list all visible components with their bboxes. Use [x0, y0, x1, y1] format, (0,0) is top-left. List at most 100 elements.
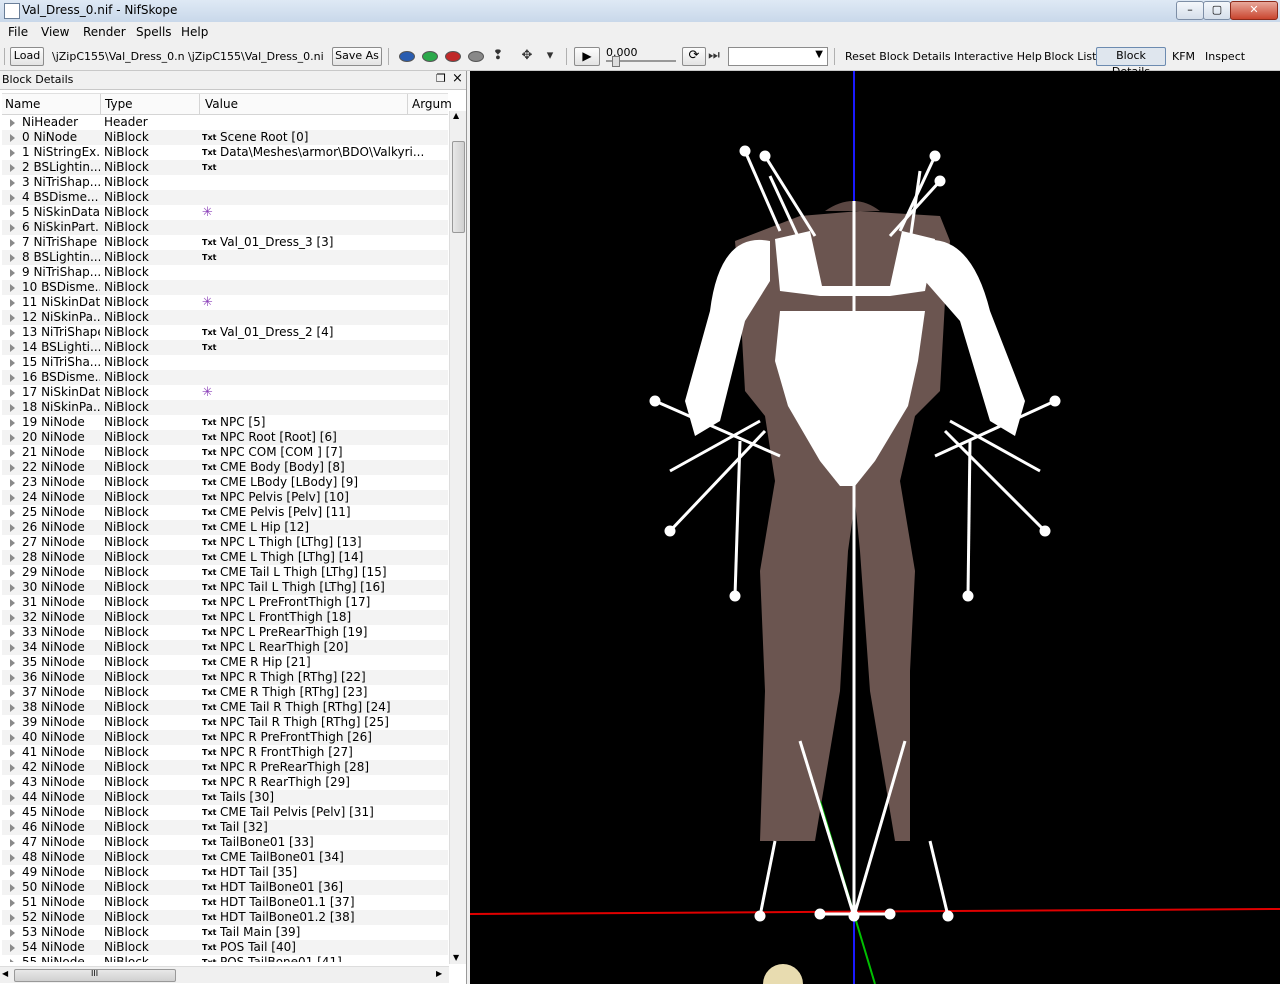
menu-help[interactable]: Help: [181, 25, 208, 39]
expand-arrow-icon[interactable]: [10, 539, 15, 547]
tree-row[interactable]: 7 NiTriShape NiBlock Txt Val_01_Dress_3 [3]: [2, 235, 448, 250]
tree-row[interactable]: 16 BSDisme... NiBlock: [2, 370, 448, 385]
expand-arrow-icon[interactable]: [10, 554, 15, 562]
tree-row[interactable]: 48 NiNode NiBlock Txt CME TailBone01 [34]: [2, 850, 448, 865]
tree-row[interactable]: 36 NiNode NiBlock Txt NPC R Thigh [RThg] [2…: [2, 670, 448, 685]
switch-anim-icon[interactable]: ⏭: [706, 48, 722, 64]
menu-view[interactable]: View: [41, 25, 69, 39]
maximize-button[interactable]: ▢: [1203, 1, 1231, 20]
expand-arrow-icon[interactable]: [10, 389, 15, 397]
tree-row[interactable]: 26 NiNode NiBlock Txt CME L Hip [12]: [2, 520, 448, 535]
expand-arrow-icon[interactable]: [10, 854, 15, 862]
expand-arrow-icon[interactable]: [10, 449, 15, 457]
expand-arrow-icon[interactable]: [10, 884, 15, 892]
tree-row[interactable]: 46 NiNode NiBlock Txt Tail [32]: [2, 820, 448, 835]
expand-arrow-icon[interactable]: [10, 494, 15, 502]
expand-arrow-icon[interactable]: [10, 374, 15, 382]
tree-row[interactable]: 14 BSLighti... NiBlock Txt: [2, 340, 448, 355]
tree-row[interactable]: 29 NiNode NiBlock Txt CME Tail L Thigh [LTh…: [2, 565, 448, 580]
tree-row[interactable]: 33 NiNode NiBlock Txt NPC L PreRearThigh [1…: [2, 625, 448, 640]
tree-row[interactable]: 30 NiNode NiBlock Txt NPC Tail L Thigh [LTh…: [2, 580, 448, 595]
view-eye-gray-icon[interactable]: [468, 51, 484, 62]
walk-icon[interactable]: ❢: [490, 48, 506, 64]
expand-arrow-icon[interactable]: [10, 434, 15, 442]
close-panel-icon[interactable]: ×: [452, 71, 463, 86]
tree-row[interactable]: 39 NiNode NiBlock Txt NPC Tail R Thigh [RTh…: [2, 715, 448, 730]
tree-row[interactable]: 0 NiNode NiBlock Txt Scene Root [0]: [2, 130, 448, 145]
expand-arrow-icon[interactable]: [10, 929, 15, 937]
expand-arrow-icon[interactable]: [10, 629, 15, 637]
tree-row[interactable]: 9 NiTriShap... NiBlock: [2, 265, 448, 280]
expand-arrow-icon[interactable]: [10, 584, 15, 592]
tree-row[interactable]: 22 NiNode NiBlock Txt CME Body [Body] [8]: [2, 460, 448, 475]
tree-row[interactable]: 31 NiNode NiBlock Txt NPC L PreFrontThigh […: [2, 595, 448, 610]
column-value[interactable]: Value: [205, 97, 238, 111]
tree-row[interactable]: 54 NiNode NiBlock Txt POS Tail [40]: [2, 940, 448, 955]
tree-row[interactable]: 44 NiNode NiBlock Txt Tails [30]: [2, 790, 448, 805]
tree-row[interactable]: 11 NiSkinData NiBlock ✳: [2, 295, 448, 310]
interactive-help-button[interactable]: Interactive Help: [954, 50, 1042, 63]
expand-arrow-icon[interactable]: [10, 614, 15, 622]
view-eye-red-icon[interactable]: [445, 51, 461, 62]
expand-arrow-icon[interactable]: [10, 479, 15, 487]
expand-arrow-icon[interactable]: [10, 269, 15, 277]
render-viewport[interactable]: [470, 71, 1280, 984]
expand-arrow-icon[interactable]: [10, 149, 15, 157]
axes-move-icon[interactable]: ✥: [519, 48, 535, 64]
expand-arrow-icon[interactable]: [10, 719, 15, 727]
tree-row[interactable]: 2 BSLightin... NiBlock Txt: [2, 160, 448, 175]
expand-arrow-icon[interactable]: [10, 359, 15, 367]
expand-arrow-icon[interactable]: [10, 734, 15, 742]
expand-arrow-icon[interactable]: [10, 914, 15, 922]
scroll-up-icon[interactable]: ▲: [453, 111, 459, 120]
tree-row[interactable]: 4 BSDisme... NiBlock: [2, 190, 448, 205]
save-path-field[interactable]: \jZipC155\Val_Dress_0.nif: [188, 50, 324, 63]
expand-arrow-icon[interactable]: [10, 344, 15, 352]
tree-row[interactable]: 34 NiNode NiBlock Txt NPC L RearThigh [20]: [2, 640, 448, 655]
block-list-button[interactable]: Block List: [1044, 50, 1096, 63]
reset-block-details-button[interactable]: Reset Block Details: [845, 50, 951, 63]
tree-row[interactable]: 52 NiNode NiBlock Txt HDT TailBone01.2 [38]: [2, 910, 448, 925]
column-divider[interactable]: [100, 94, 101, 114]
tree-row[interactable]: 18 NiSkinPa... NiBlock: [2, 400, 448, 415]
expand-arrow-icon[interactable]: [10, 134, 15, 142]
tree-row[interactable]: 43 NiNode NiBlock Txt NPC R RearThigh [29]: [2, 775, 448, 790]
tree-row[interactable]: 49 NiNode NiBlock Txt HDT Tail [35]: [2, 865, 448, 880]
tree-row[interactable]: 21 NiNode NiBlock Txt NPC COM [COM ] [7]: [2, 445, 448, 460]
tree-row[interactable]: 6 NiSkinPart... NiBlock: [2, 220, 448, 235]
column-divider[interactable]: [407, 94, 408, 114]
tree-row[interactable]: 47 NiNode NiBlock Txt TailBone01 [33]: [2, 835, 448, 850]
close-button[interactable]: ✕: [1230, 1, 1278, 20]
column-divider[interactable]: [199, 94, 200, 114]
tree-row[interactable]: 51 NiNode NiBlock Txt HDT TailBone01.1 [37]: [2, 895, 448, 910]
expand-arrow-icon[interactable]: [10, 224, 15, 232]
expand-arrow-icon[interactable]: [10, 839, 15, 847]
expand-arrow-icon[interactable]: [10, 239, 15, 247]
kfm-button[interactable]: KFM: [1172, 50, 1195, 63]
animation-select[interactable]: ▼: [728, 47, 828, 66]
tree-row[interactable]: 32 NiNode NiBlock Txt NPC L FrontThigh [18]: [2, 610, 448, 625]
expand-arrow-icon[interactable]: [10, 254, 15, 262]
tree-row[interactable]: 53 NiNode NiBlock Txt Tail Main [39]: [2, 925, 448, 940]
tree-row[interactable]: 50 NiNode NiBlock Txt HDT TailBone01 [36]: [2, 880, 448, 895]
scene-render[interactable]: [470, 71, 1280, 984]
tree-row[interactable]: 12 NiSkinPa... NiBlock: [2, 310, 448, 325]
expand-arrow-icon[interactable]: [10, 404, 15, 412]
view-dropdown-icon[interactable]: ▾: [542, 48, 558, 64]
inspect-button[interactable]: Inspect: [1205, 50, 1245, 63]
menu-spells[interactable]: Spells: [136, 25, 172, 39]
expand-arrow-icon[interactable]: [10, 524, 15, 532]
horizontal-scroll-thumb[interactable]: III: [14, 969, 176, 982]
save-as-button[interactable]: Save As: [332, 47, 382, 66]
expand-arrow-icon[interactable]: [10, 419, 15, 427]
expand-arrow-icon[interactable]: [10, 824, 15, 832]
vertical-scrollbar[interactable]: ▲ ▼: [449, 111, 466, 964]
expand-arrow-icon[interactable]: [10, 749, 15, 757]
expand-arrow-icon[interactable]: [10, 509, 15, 517]
expand-arrow-icon[interactable]: [10, 284, 15, 292]
scroll-down-icon[interactable]: ▼: [453, 953, 459, 962]
scroll-left-icon[interactable]: ◀: [2, 969, 8, 978]
load-path-field[interactable]: \jZipC155\Val_Dress_0.nif: [52, 50, 184, 63]
tree-row[interactable]: 25 NiNode NiBlock Txt CME Pelvis [Pelv] [11…: [2, 505, 448, 520]
expand-arrow-icon[interactable]: [10, 299, 15, 307]
